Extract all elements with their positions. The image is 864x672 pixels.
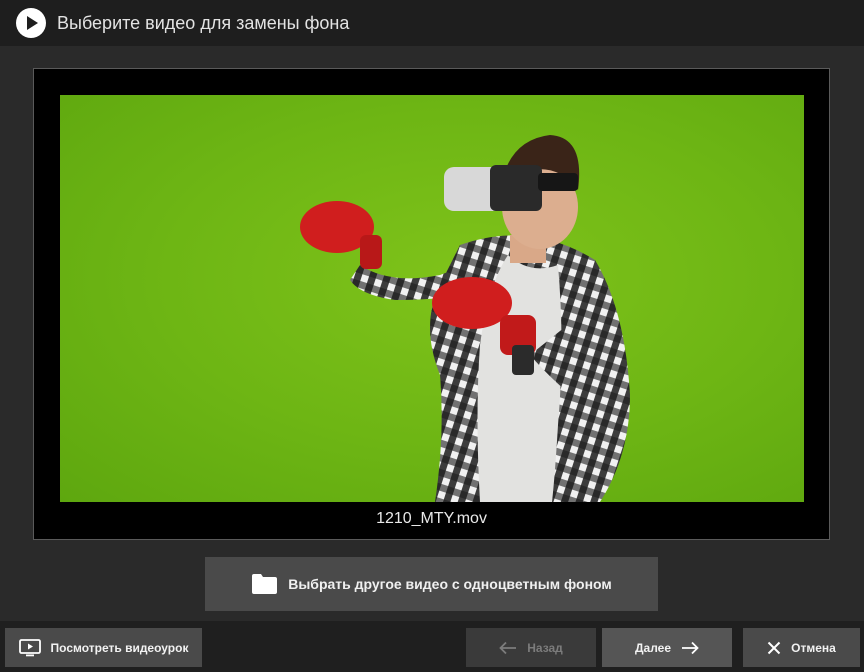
watch-tutorial-label: Посмотреть видеоурок — [50, 640, 189, 655]
folder-icon — [252, 574, 278, 594]
watch-tutorial-button[interactable]: Посмотреть видеоурок — [5, 628, 202, 667]
choose-other-video-button[interactable]: Выбрать другое видео с одноцветным фоном — [205, 557, 658, 611]
back-button[interactable]: Назад — [466, 628, 596, 667]
next-label: Далее — [634, 640, 672, 655]
video-filename: 1210_MTY.mov — [376, 510, 487, 527]
cancel-button[interactable]: Отмена — [743, 628, 860, 667]
video-play-icon — [18, 638, 41, 656]
footer-bar: Посмотреть видеоурок Назад Далее Отмена — [0, 621, 864, 672]
arrow-left-icon — [499, 641, 517, 654]
arrow-right-icon — [682, 641, 699, 654]
video-preview-frame: 1210_MTY.mov — [33, 68, 830, 540]
back-label: Назад — [527, 640, 563, 655]
video-thumbnail-image — [300, 135, 630, 502]
title-bar: Выберите видео для замены фона — [0, 0, 864, 46]
choose-other-video-label: Выбрать другое видео с одноцветным фоном — [288, 576, 612, 592]
video-frame — [60, 95, 804, 502]
window-title: Выберите видео для замены фона — [57, 13, 350, 33]
cancel-label: Отмена — [791, 640, 836, 655]
play-circle-icon — [16, 8, 46, 38]
next-button[interactable]: Далее — [602, 628, 732, 667]
close-icon — [767, 641, 781, 654]
